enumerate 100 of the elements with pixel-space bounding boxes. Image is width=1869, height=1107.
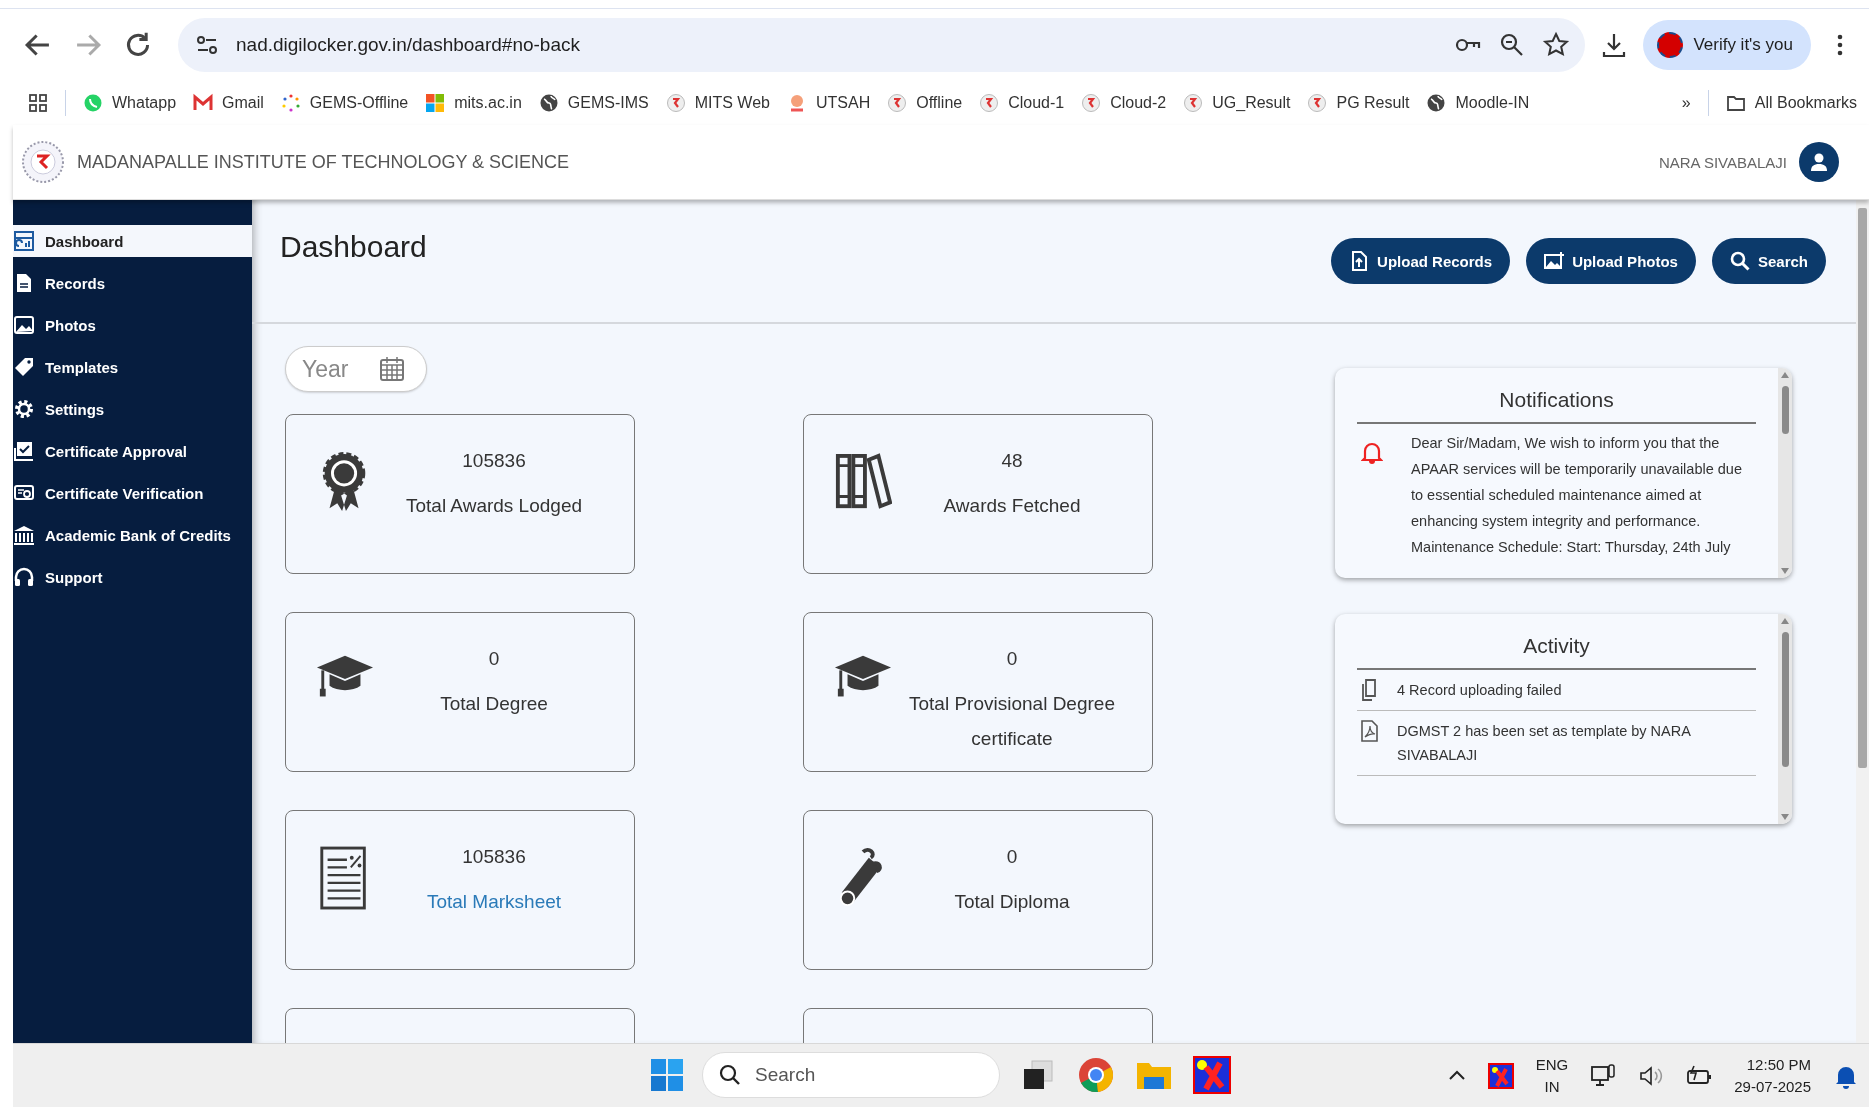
windows-start-icon[interactable]: [650, 1058, 684, 1092]
action-button[interactable]: Upload Records: [1331, 238, 1511, 284]
dashboard-icon: [13, 230, 35, 252]
scrollbar-thumb[interactable]: [1858, 208, 1867, 768]
scroll-up-icon[interactable]: [1781, 618, 1789, 624]
bookmark-link[interactable]: Offline: [887, 93, 963, 113]
scrollbar-thumb[interactable]: [1781, 386, 1789, 434]
search-icon: [1729, 251, 1750, 271]
panel-title: Notifications: [1357, 388, 1756, 424]
bookmark-link[interactable]: Gmail: [193, 93, 264, 113]
stat-value: 0: [1006, 845, 1018, 869]
institute-name: MADANAPALLE INSTITUTE OF TECHNOLOGY & SCIENCE: [77, 151, 570, 173]
panel-title: Activity: [1357, 634, 1756, 670]
sidebar-item[interactable]: Certificate Approval: [13, 435, 252, 467]
headset-icon: [13, 566, 35, 588]
bookmark-link[interactable]: UTSAH: [787, 93, 871, 113]
stat-value: 105836: [462, 449, 526, 473]
seal-icon: [979, 93, 1000, 113]
bookmark-link[interactable]: GEMS-IMS: [538, 93, 649, 113]
sidebar-item[interactable]: Records: [13, 267, 252, 299]
activity-text: 4 Record uploading failed: [1397, 681, 1562, 700]
bookmark-link[interactable]: mits.ac.in: [425, 93, 522, 113]
seal-icon: [887, 93, 908, 113]
bookmark-link[interactable]: MITS Web: [665, 93, 770, 113]
browser-icon[interactable]: [1076, 1055, 1116, 1095]
scroll-down-icon[interactable]: [1781, 568, 1789, 574]
seal-icon: [1183, 93, 1204, 113]
stat-label: Total Degree: [440, 691, 548, 716]
seal-icon: [1081, 93, 1102, 113]
sidebar-item[interactable]: Templates: [13, 351, 252, 383]
bookmark-link[interactable]: Whatapp: [83, 93, 177, 113]
four-squares-icon: [425, 93, 446, 113]
sidebar-item[interactable]: Certificate Verification: [13, 477, 252, 509]
stat-value: 48: [1001, 449, 1023, 473]
bookmark-link[interactable]: UG_Result: [1183, 93, 1291, 113]
bookmark-link[interactable]: PG Result: [1307, 93, 1410, 113]
image-upload-icon: [1544, 251, 1565, 271]
region-indicator[interactable]: IN: [1544, 1075, 1560, 1098]
sidebar-item[interactable]: Dashboard: [13, 225, 252, 257]
scrollbar[interactable]: [1778, 368, 1792, 578]
bookmark-link[interactable]: GEMS-Offline: [280, 93, 409, 113]
clock-time[interactable]: 12:50 PM: [1746, 1053, 1811, 1076]
app-tile-icon[interactable]: [1192, 1055, 1232, 1095]
image-icon: [13, 314, 35, 336]
scroll-up-icon[interactable]: [1781, 372, 1789, 378]
network-icon[interactable]: [1590, 1062, 1617, 1089]
stat-label: Awards Fetched: [943, 493, 1081, 518]
copy-icon: [1359, 678, 1379, 702]
search-icon: [719, 1064, 741, 1086]
clock-date[interactable]: 29-07-2025: [1734, 1075, 1811, 1098]
globe-icon: [1426, 93, 1447, 113]
stat-value: 0: [1006, 647, 1018, 671]
profile-button[interactable]: Verify it's you: [1643, 20, 1811, 70]
action-button[interactable]: Search: [1711, 238, 1826, 284]
page-title: Dashboard: [280, 230, 428, 264]
sidebar-item[interactable]: Academic Bank of Credits: [13, 519, 252, 551]
notification-text: Dear Sir/Madam, We wish to inform you that the APAAR services will be temporarily unavailable due to essential scheduled maintenance aimed at enhancing system integrity and performance. Maintenance Schedule: Start: Thursday, 24th July: [1411, 434, 1743, 557]
seal-icon: [1307, 93, 1328, 113]
apps-grid-icon[interactable]: [28, 93, 48, 113]
activity-text: DGMST 2 has been set as template by NARA SIVABALAJI: [1397, 722, 1692, 765]
year-field[interactable]: Year: [285, 346, 427, 392]
app-tile-icon[interactable]: [1487, 1062, 1514, 1089]
page-scrollbar[interactable]: [1856, 200, 1869, 1043]
stat-link[interactable]: Total Marksheet: [426, 883, 562, 919]
language-indicator[interactable]: ENG: [1535, 1053, 1569, 1076]
sidebar-item[interactable]: Support: [13, 561, 252, 593]
mail-icon: [193, 93, 214, 113]
bell-icon: [1361, 440, 1383, 464]
bookmark-link[interactable]: Cloud-1: [979, 93, 1065, 113]
scrollbar[interactable]: [1778, 614, 1792, 824]
url-text[interactable]: nad.digilocker.gov.in/dashboard#no-back: [236, 34, 1440, 56]
gear-icon: [13, 398, 35, 420]
emblem-logo: [21, 138, 65, 186]
pdf-file-icon: [1359, 719, 1379, 743]
file-upload-icon: [1349, 251, 1370, 271]
stat-value: 0: [488, 647, 500, 671]
globe-icon: [538, 93, 559, 113]
stat-label: Total Diploma: [954, 889, 1070, 914]
more-bookmarks-button[interactable]: »: [1681, 94, 1691, 112]
scrollbar-thumb[interactable]: [1781, 632, 1789, 767]
bookmark-link[interactable]: Moodle-IN: [1426, 93, 1530, 113]
bank-icon: [13, 524, 35, 546]
folder-icon: [1725, 93, 1746, 113]
action-button[interactable]: Upload Photos: [1526, 238, 1696, 284]
scroll-down-icon[interactable]: [1781, 814, 1789, 820]
calendar-icon[interactable]: [379, 356, 405, 382]
user-name: NARA SIVABALAJI: [1658, 153, 1787, 171]
bookmark-link[interactable]: Cloud-2: [1081, 93, 1167, 113]
stat-label: Total Provisional Degree certificate: [908, 691, 1116, 751]
dot-ring-icon: [280, 93, 301, 113]
stat-label: Total Awards Lodged: [405, 493, 583, 518]
sidebar-item[interactable]: Settings: [13, 393, 252, 425]
stat-value: 105836: [462, 845, 526, 869]
sidebar-item[interactable]: Photos: [13, 309, 252, 341]
chat-bubble-icon: [83, 93, 103, 113]
all-bookmarks-link[interactable]: All Bookmarks: [1725, 93, 1857, 113]
user-avatar[interactable]: [1799, 142, 1839, 182]
address-bar[interactable]: nad.digilocker.gov.in/dashboard#no-back: [178, 18, 1586, 72]
taskbar-search[interactable]: Search: [702, 1052, 1000, 1098]
seal-icon: [665, 93, 686, 113]
